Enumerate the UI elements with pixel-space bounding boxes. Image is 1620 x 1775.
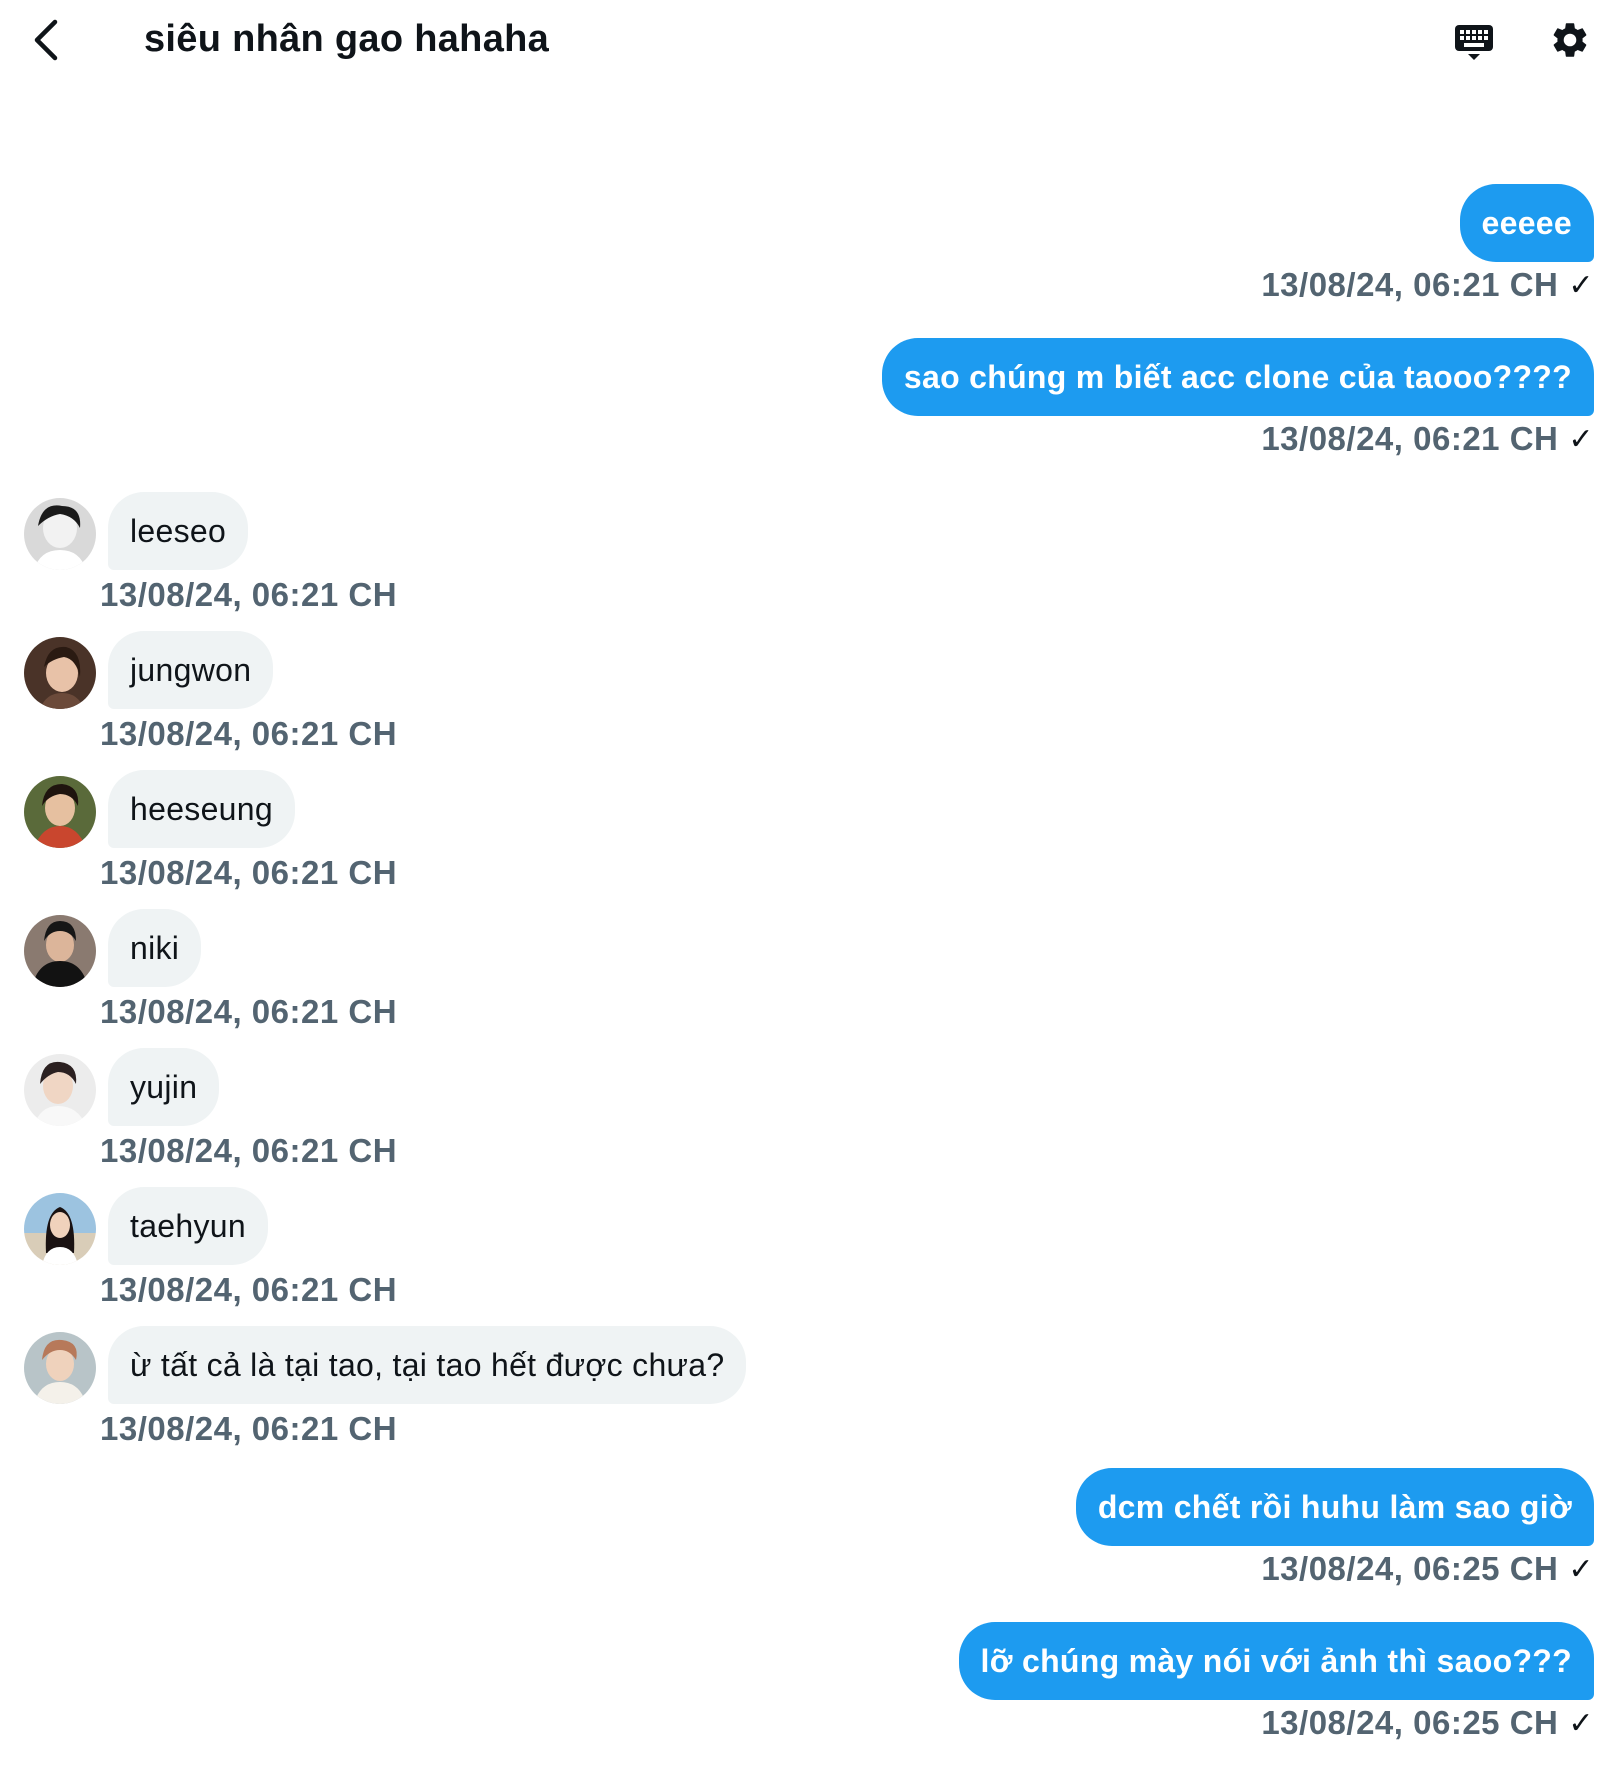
outgoing-message-bubble[interactable]: sao chúng m biết acc clone của taooo????	[881, 338, 1594, 416]
sent-check-icon: ✓	[1568, 422, 1594, 456]
avatar[interactable]	[24, 1332, 96, 1404]
message-text: sao chúng m biết acc clone của taooo????	[903, 359, 1572, 395]
message-timestamp: 13/08/24, 06:21 CH	[100, 993, 398, 1030]
incoming-message-bubble[interactable]: taehyun	[108, 1187, 268, 1265]
incoming-message-bubble[interactable]: niki	[108, 909, 202, 987]
message-text: taehyun	[130, 1208, 246, 1244]
avatar[interactable]	[24, 915, 96, 987]
sent-check-icon: ✓	[1568, 268, 1594, 302]
avatar-image	[24, 1193, 96, 1265]
incoming-message-bubble[interactable]: yujin	[108, 1048, 220, 1126]
message-timestamp: 13/08/24, 06:25 CH ✓	[1261, 1550, 1594, 1588]
message-timestamp: 13/08/24, 06:21 CH	[100, 715, 398, 752]
sent-check-icon: ✓	[1568, 1706, 1594, 1740]
message-timestamp: 13/08/24, 06:21 CH ✓	[1261, 266, 1594, 304]
avatar-image	[24, 915, 96, 987]
message-text: heeseung	[130, 791, 273, 827]
incoming-message-bubble[interactable]: ừ tất cả là tại tao, tại tao hết được ch…	[108, 1326, 747, 1404]
avatar[interactable]	[24, 498, 96, 570]
avatar[interactable]	[24, 637, 96, 709]
message-timestamp: 13/08/24, 06:21 CH	[100, 1410, 398, 1447]
message-timestamp: 13/08/24, 06:21 CH	[100, 576, 398, 613]
outgoing-message-bubble[interactable]: dcm chết rồi huhu làm sao giờ	[1075, 1468, 1594, 1546]
message-timestamp: 13/08/24, 06:21 CH	[100, 1271, 398, 1308]
message-timestamp: 13/08/24, 06:21 CH ✓	[1261, 420, 1594, 458]
message-timestamp: 13/08/24, 06:21 CH	[100, 854, 398, 891]
avatar-image	[24, 498, 96, 570]
avatar-image	[24, 637, 96, 709]
message-text: jungwon	[130, 652, 252, 688]
avatar[interactable]	[24, 1193, 96, 1265]
incoming-message-bubble[interactable]: heeseung	[108, 770, 295, 848]
keyboard-toggle-button[interactable]	[1446, 14, 1502, 70]
message-timestamp: 13/08/24, 06:25 CH ✓	[1261, 1704, 1594, 1742]
timestamp-text: 13/08/24, 06:21 CH	[1261, 420, 1559, 457]
timestamp-text: 13/08/24, 06:25 CH	[1261, 1704, 1559, 1741]
conversation-title: siêu nhân gao hahaha	[144, 18, 550, 60]
sent-check-icon: ✓	[1568, 1552, 1594, 1586]
gear-icon	[1553, 23, 1587, 57]
avatar[interactable]	[24, 1054, 96, 1126]
message-text: leeseo	[130, 513, 227, 549]
avatar[interactable]	[24, 776, 96, 848]
incoming-message-bubble[interactable]: jungwon	[108, 631, 274, 709]
message-text: niki	[130, 930, 180, 966]
message-text: ừ tất cả là tại tao, tại tao hết được ch…	[130, 1347, 725, 1383]
incoming-message-bubble[interactable]: leeseo	[108, 492, 249, 570]
avatar-image	[24, 1332, 96, 1404]
avatar-image	[24, 776, 96, 848]
outgoing-message-bubble[interactable]: lỡ chúng mày nói với ảnh thì saoo???	[958, 1622, 1594, 1700]
message-timestamp: 13/08/24, 06:21 CH	[100, 1132, 398, 1169]
timestamp-text: 13/08/24, 06:21 CH	[1261, 266, 1559, 303]
message-text: eeeee	[1481, 205, 1572, 241]
message-text: lỡ chúng mày nói với ảnh thì saoo???	[980, 1643, 1572, 1679]
conversation-header: siêu nhân gao hahaha	[0, 0, 1620, 84]
outgoing-message-bubble[interactable]: eeeee	[1459, 184, 1594, 262]
back-button[interactable]	[22, 16, 70, 64]
settings-button[interactable]	[1542, 12, 1598, 68]
message-text: yujin	[130, 1069, 198, 1105]
message-text: dcm chết rồi huhu làm sao giờ	[1097, 1489, 1572, 1525]
keyboard-icon	[1455, 25, 1493, 60]
timestamp-text: 13/08/24, 06:25 CH	[1261, 1550, 1559, 1587]
chevron-left-icon	[34, 19, 58, 61]
avatar-image	[24, 1054, 96, 1126]
